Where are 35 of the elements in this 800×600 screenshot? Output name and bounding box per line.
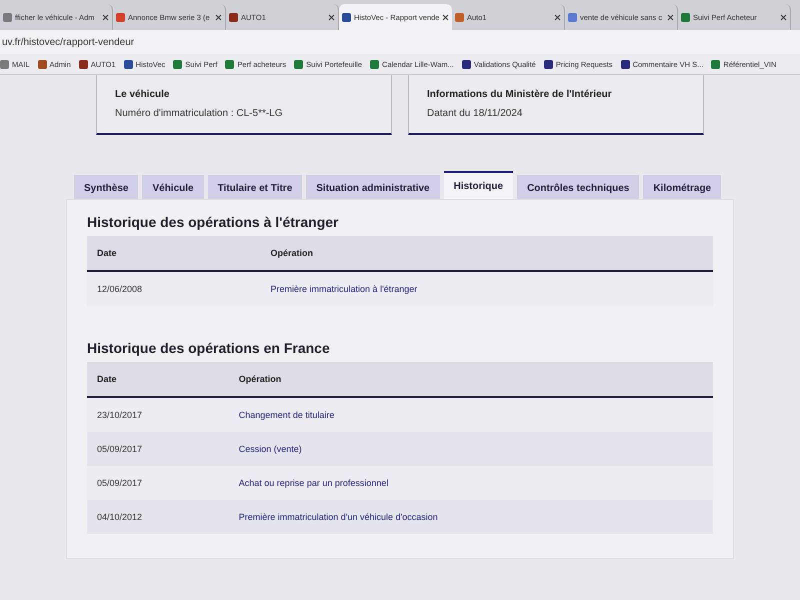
section-title: Historique des opérations en France bbox=[87, 340, 331, 356]
tab[interactable]: Situation administrative bbox=[306, 175, 440, 199]
close-icon[interactable] bbox=[215, 14, 222, 20]
operation-cell-text: Première immatriculation d'un véhicule d'occasion bbox=[238, 512, 439, 522]
column-header: Date bbox=[96, 374, 118, 384]
close-icon[interactable] bbox=[102, 14, 109, 20]
date-cell-text: 05/09/2017 bbox=[96, 444, 144, 454]
close-icon[interactable] bbox=[780, 14, 787, 20]
column-header: Opération bbox=[238, 374, 282, 384]
column-header: Opération bbox=[270, 248, 314, 258]
operation-cell-text: Première immatriculation à l'étranger bbox=[270, 284, 418, 294]
tab[interactable]: Contrôles techniques bbox=[517, 175, 640, 199]
tab[interactable]: Kilométrage bbox=[643, 175, 722, 199]
date-cell-text: 23/10/2017 bbox=[96, 410, 144, 420]
close-icon[interactable] bbox=[667, 14, 674, 20]
date-cell-text: 04/10/2012 bbox=[96, 512, 144, 522]
operation-cell-text: Achat ou reprise par un professionnel bbox=[238, 478, 390, 488]
card-title: Le véhicule bbox=[115, 89, 170, 100]
close-icon[interactable] bbox=[328, 14, 335, 20]
tab[interactable]: Véhicule bbox=[142, 175, 204, 199]
operation-cell-text: Changement de titulaire bbox=[238, 410, 336, 420]
tab[interactable]: Synthèse bbox=[74, 175, 138, 199]
date-cell-text: 12/06/2008 bbox=[96, 284, 144, 294]
tab[interactable]: Titulaire et Titre bbox=[208, 175, 302, 199]
close-icon[interactable] bbox=[442, 14, 450, 20]
section-title: Historique des opérations à l'étranger bbox=[87, 214, 340, 230]
address-field[interactable]: uv.fr/histovec/rapport-vendeur bbox=[2, 36, 134, 48]
card-title: Informations du Ministère de l'Intérieur bbox=[427, 89, 613, 100]
column-header: Date bbox=[96, 248, 118, 258]
date-cell-text: 05/09/2017 bbox=[96, 478, 144, 488]
close-icon[interactable] bbox=[554, 14, 561, 20]
operation-cell-text: Cession (vente) bbox=[238, 444, 303, 454]
card-text: Numéro d'immatriculation : CL-5**-LG bbox=[115, 108, 284, 119]
card-text: Datant du 18/11/2024 bbox=[427, 108, 524, 119]
tab[interactable]: Historique bbox=[444, 171, 514, 199]
